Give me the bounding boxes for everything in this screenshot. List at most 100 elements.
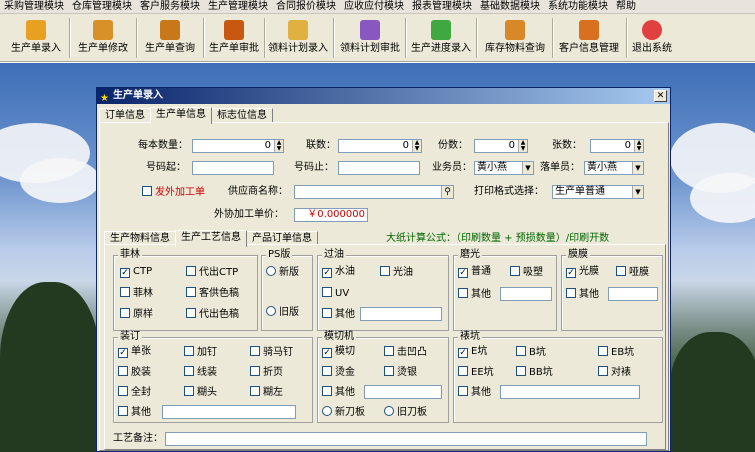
- toolbar-material-approve-button[interactable]: 领料计划审批: [337, 16, 403, 60]
- checkbox-icon[interactable]: [598, 366, 608, 376]
- checkbox-icon[interactable]: [598, 346, 608, 356]
- binding-fold-checkbox[interactable]: 折页: [250, 366, 283, 379]
- toolbar-material-plan-button[interactable]: 领料计划录入: [265, 16, 331, 60]
- tab-flag-info[interactable]: 标志位信息: [211, 108, 273, 123]
- checkbox-icon[interactable]: [120, 287, 130, 297]
- checkbox-icon[interactable]: [322, 386, 332, 396]
- checkbox-icon[interactable]: ✓: [120, 268, 130, 278]
- copies-input[interactable]: 0 ▲ ▼: [338, 139, 422, 153]
- oil-other-input[interactable]: [360, 307, 442, 321]
- binding-glue-left-checkbox[interactable]: 糊左: [250, 386, 283, 399]
- chevron-down-icon[interactable]: ▼: [632, 162, 643, 174]
- checkbox-icon[interactable]: [250, 346, 260, 356]
- checkbox-icon[interactable]: [458, 366, 468, 376]
- checkbox-icon[interactable]: [120, 308, 130, 318]
- binding-other-input[interactable]: [162, 405, 296, 419]
- film-client-proof-checkbox[interactable]: 客供色稿: [186, 287, 239, 300]
- binding-thread-checkbox[interactable]: 线装: [184, 366, 217, 379]
- menu-warehouse[interactable]: 仓库管理模块: [68, 0, 136, 14]
- binding-glue-head-checkbox[interactable]: 糊头: [184, 386, 217, 399]
- binding-saddle-checkbox[interactable]: 骑马钉: [250, 346, 293, 359]
- flute-other-checkbox[interactable]: 其他: [458, 386, 491, 399]
- checkbox-icon[interactable]: [384, 346, 394, 356]
- checkbox-icon[interactable]: [184, 346, 194, 356]
- checkbox-icon[interactable]: [458, 288, 468, 298]
- tab-process-info[interactable]: 生产工艺信息: [175, 230, 247, 247]
- flute-other-input[interactable]: [500, 385, 640, 399]
- salesman-select[interactable]: 黄小燕 ▼: [474, 161, 534, 175]
- flute-mount-checkbox[interactable]: 对裱: [598, 366, 631, 379]
- checkbox-icon[interactable]: [510, 266, 520, 276]
- checkbox-icon[interactable]: [458, 386, 468, 396]
- spin-icon[interactable]: ▲ ▼: [634, 140, 643, 152]
- checkbox-icon[interactable]: ✓: [118, 348, 128, 358]
- oil-gloss-checkbox[interactable]: 光油: [380, 266, 413, 279]
- polish-other-input[interactable]: [500, 287, 552, 301]
- polish-normal-checkbox[interactable]: ✓ 普通: [458, 266, 491, 278]
- chevron-down-icon[interactable]: ▼: [632, 186, 643, 198]
- checkbox-icon[interactable]: [516, 366, 526, 376]
- polish-other-checkbox[interactable]: 其他: [458, 288, 491, 301]
- flute-e-checkbox[interactable]: ✓ E坑: [458, 346, 487, 358]
- spin-icon[interactable]: ▲ ▼: [274, 140, 283, 152]
- checkbox-icon[interactable]: [186, 308, 196, 318]
- radio-icon[interactable]: [266, 306, 276, 316]
- menu-purchase[interactable]: 采购管理模块: [0, 0, 68, 14]
- checkbox-icon[interactable]: [118, 366, 128, 376]
- radio-icon[interactable]: [266, 266, 276, 276]
- checkbox-icon[interactable]: [566, 288, 576, 298]
- menu-production[interactable]: 生产管理模块: [204, 0, 272, 14]
- binding-staple-checkbox[interactable]: 加钉: [184, 346, 217, 359]
- order-taker-select[interactable]: 黄小燕 ▼: [584, 161, 644, 175]
- checkbox-icon[interactable]: [616, 266, 626, 276]
- checkbox-icon[interactable]: [118, 406, 128, 416]
- checkbox-icon[interactable]: [322, 366, 332, 376]
- tab-production-info[interactable]: 生产单信息: [150, 107, 212, 124]
- flute-b-checkbox[interactable]: B坑: [516, 346, 546, 359]
- diecut-emboss-checkbox[interactable]: 击凹凸: [384, 346, 427, 359]
- search-icon[interactable]: ⚲: [441, 186, 453, 198]
- diecut-other-input[interactable]: [364, 385, 442, 399]
- flute-bb-checkbox[interactable]: BB坑: [516, 366, 553, 379]
- checkbox-icon[interactable]: ✓: [458, 268, 468, 278]
- supplier-input[interactable]: ⚲: [294, 185, 454, 199]
- num-start-input[interactable]: [192, 161, 274, 175]
- oil-water-checkbox[interactable]: ✓ 水油: [322, 266, 355, 278]
- film-proof-outsource-checkbox[interactable]: 代出色稿: [186, 308, 239, 321]
- toolbar-inventory-query-button[interactable]: 库存物料查询: [480, 16, 550, 60]
- diecut-gold-checkbox[interactable]: 烫金: [322, 366, 355, 379]
- toolbar-order-approve-button[interactable]: 生产单审批: [204, 16, 264, 60]
- laminate-other-input[interactable]: [608, 287, 658, 301]
- flute-ee-checkbox[interactable]: EE坑: [458, 366, 494, 379]
- sheets-input[interactable]: 0 ▲ ▼: [590, 139, 644, 153]
- checkbox-icon[interactable]: [384, 366, 394, 376]
- toolbar-exit-button[interactable]: 退出系统: [628, 16, 676, 60]
- binding-glue-checkbox[interactable]: 胶装: [118, 366, 151, 379]
- checkbox-icon[interactable]: [142, 186, 152, 196]
- checkbox-icon[interactable]: [250, 386, 260, 396]
- menu-contract[interactable]: 合同报价模块: [272, 0, 340, 14]
- diecut-other-checkbox[interactable]: 其他: [322, 386, 355, 399]
- spin-icon[interactable]: ▲ ▼: [412, 140, 421, 152]
- num-end-input[interactable]: [338, 161, 420, 175]
- checkbox-icon[interactable]: [322, 308, 332, 318]
- film-original-checkbox[interactable]: 原样: [120, 308, 153, 321]
- ps-new-radio[interactable]: 新版: [266, 266, 299, 279]
- oil-uv-checkbox[interactable]: UV: [322, 287, 349, 300]
- menu-basic-data[interactable]: 基础数据模块: [476, 0, 544, 14]
- checkbox-icon[interactable]: ✓: [458, 348, 468, 358]
- window-titlebar[interactable]: ★ 生产单录入 ✕: [97, 88, 670, 104]
- flute-eb-checkbox[interactable]: EB坑: [598, 346, 634, 359]
- toolbar-order-edit-button[interactable]: 生产单修改: [73, 16, 133, 60]
- diecut-silver-checkbox[interactable]: 烫银: [384, 366, 417, 379]
- diecut-old-board-radio[interactable]: 旧刀板: [384, 406, 427, 419]
- binding-single-checkbox[interactable]: ✓ 单张: [118, 346, 151, 358]
- checkbox-icon[interactable]: [118, 386, 128, 396]
- checkbox-icon[interactable]: [184, 386, 194, 396]
- outsource-checkbox[interactable]: 发外加工单: [142, 186, 205, 199]
- ps-old-radio[interactable]: 旧版: [266, 306, 299, 319]
- radio-icon[interactable]: [384, 406, 394, 416]
- checkbox-icon[interactable]: ✓: [322, 348, 332, 358]
- laminate-matte-checkbox[interactable]: 哑膜: [616, 266, 649, 279]
- menu-customer-service[interactable]: 客户服务模块: [136, 0, 204, 14]
